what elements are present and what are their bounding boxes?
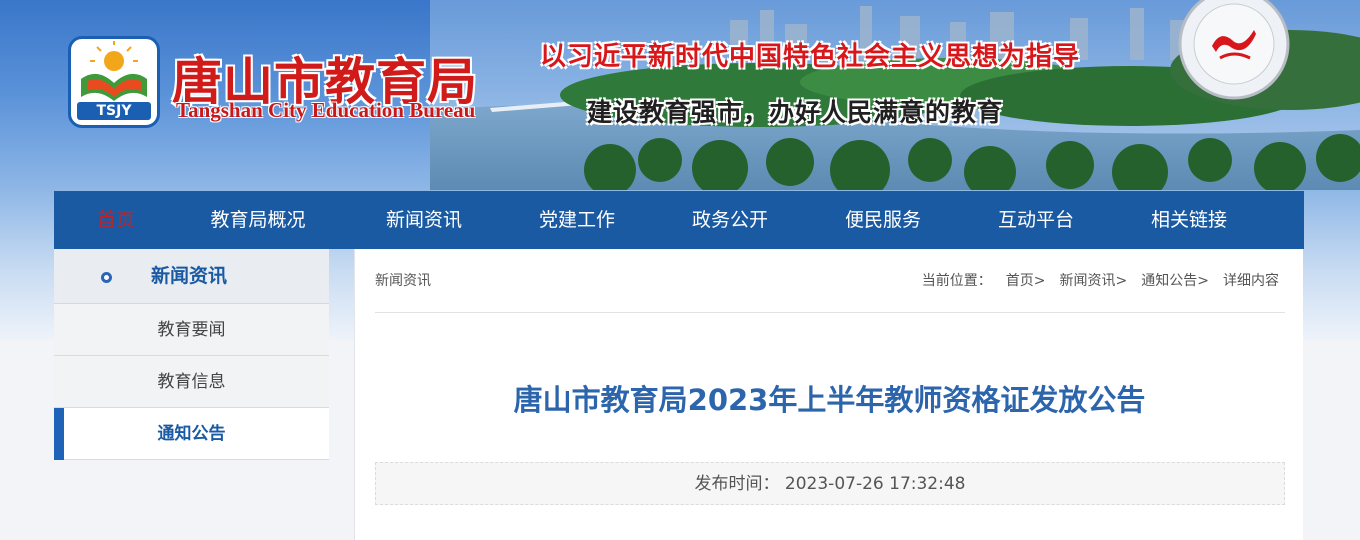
nav-item-party-building[interactable]: 党建工作: [510, 191, 644, 249]
sidebar-item-education-news[interactable]: 教育要闻: [54, 304, 329, 356]
government-network-seal-icon[interactable]: [1176, 0, 1292, 100]
sidebar-item-notices[interactable]: 通知公告: [54, 408, 329, 460]
nav-item-public-service[interactable]: 便民服务: [816, 191, 950, 249]
slogan-secondary: 建设教育强市，办好人民满意的教育: [587, 98, 1004, 127]
main-nav: 首页 教育局概况 新闻资讯 党建工作 政务公开 便民服务 互动平台 相关链接: [54, 191, 1304, 249]
sidebar: 新闻资讯 教育要闻 教育信息 通知公告: [54, 249, 329, 460]
article-panel: 新闻资讯 当前位置： 首页> 新闻资讯> 通知公告> 详细内容 唐山市教育局20…: [354, 249, 1303, 540]
article-title: 唐山市教育局2023年上半年教师资格证发放公告: [513, 383, 1146, 417]
nav-item-home[interactable]: 首页: [54, 191, 178, 249]
breadcrumb-news[interactable]: 新闻资讯>: [1060, 249, 1128, 313]
active-indicator-bar: [54, 408, 64, 460]
breadcrumb-bar: 新闻资讯 当前位置： 首页> 新闻资讯> 通知公告> 详细内容: [375, 249, 1285, 313]
circle-bullet-icon: [101, 272, 112, 283]
publish-label: 发布时间：: [694, 474, 780, 494]
nav-item-related-links[interactable]: 相关链接: [1122, 191, 1256, 249]
logo-text: TSJY: [77, 102, 151, 120]
nav-item-government-affairs[interactable]: 政务公开: [644, 191, 816, 249]
breadcrumb-home[interactable]: 首页>: [1006, 249, 1046, 313]
slogan-primary: 以习近平新时代中国特色社会主义思想为指导: [540, 42, 1081, 72]
nav-item-interaction[interactable]: 互动平台: [950, 191, 1122, 249]
sidebar-item-label: 通知公告: [157, 424, 226, 444]
breadcrumb-current: 详细内容: [1223, 273, 1279, 289]
sidebar-heading: 新闻资讯: [54, 249, 329, 304]
publish-meta: 发布时间： 2023-07-26 17:32:48: [375, 462, 1285, 505]
site-subtitle: Tangshan City Education Bureau: [176, 98, 476, 122]
nav-item-bureau-overview[interactable]: 教育局概况: [178, 191, 338, 249]
breadcrumb-notices[interactable]: 通知公告>: [1141, 249, 1209, 313]
sidebar-item-education-info[interactable]: 教育信息: [54, 356, 329, 408]
breadcrumb: 当前位置： 首页> 新闻资讯> 通知公告> 详细内容: [922, 249, 1279, 313]
sidebar-heading-label: 新闻资讯: [151, 265, 228, 287]
nav-item-news[interactable]: 新闻资讯: [338, 191, 510, 249]
publish-time: 2023-07-26 17:32:48: [784, 474, 966, 494]
section-label: 新闻资讯: [375, 273, 431, 289]
site-logo[interactable]: TSJY: [68, 36, 160, 128]
breadcrumb-prefix: 当前位置：: [921, 273, 992, 289]
